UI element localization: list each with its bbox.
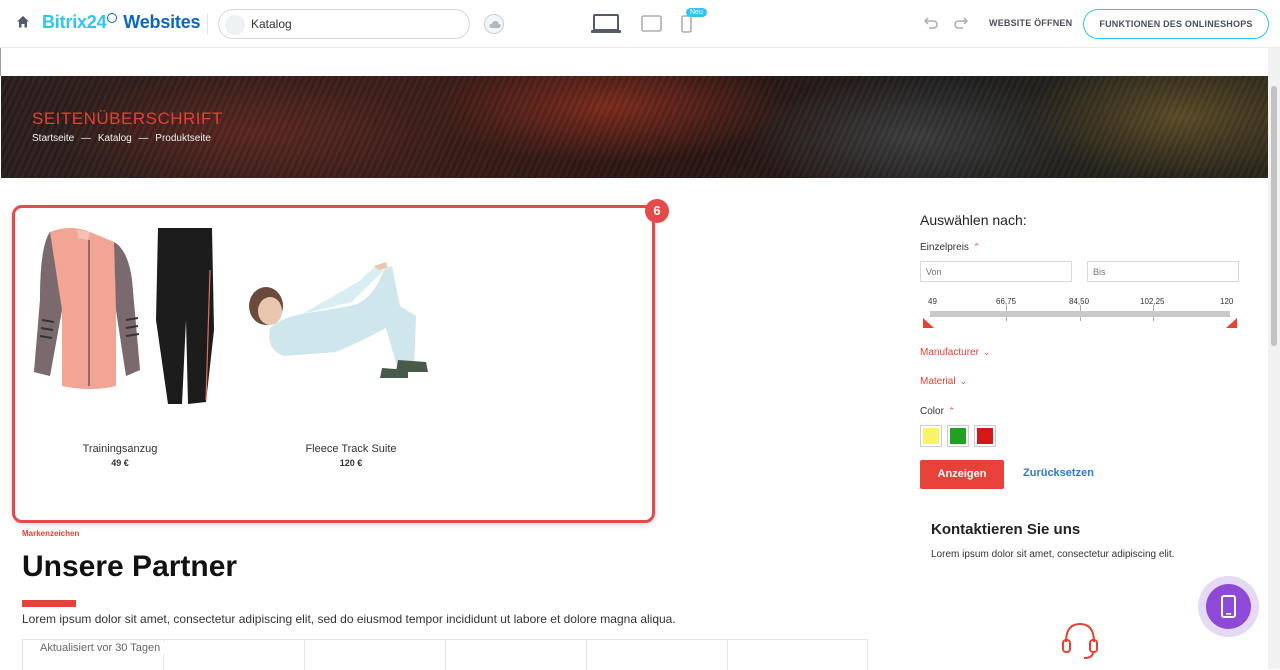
price-slider-min-handle[interactable] <box>923 318 934 328</box>
partners-eyebrow[interactable]: Markenzeichen <box>22 529 79 538</box>
page-selector[interactable]: Katalog <box>218 9 470 39</box>
chevron-up-icon: ⌃ <box>947 406 956 416</box>
color-swatch-red[interactable] <box>974 425 996 447</box>
editor-toolbar: Bitrix24 Websites Katalog Neu WEBSITE ÖF… <box>0 0 1280 48</box>
color-swatch-green[interactable] <box>947 425 969 447</box>
partners-title[interactable]: Unsere Partner <box>22 550 237 584</box>
logo-cell-divider <box>22 640 23 670</box>
divider <box>207 14 208 34</box>
title-underline <box>22 600 76 607</box>
product-name[interactable]: Trainingsanzug <box>22 443 218 455</box>
redo-icon[interactable] <box>954 15 968 29</box>
breadcrumb-separator: — <box>81 133 92 144</box>
block-number-badge: 6 <box>645 199 669 223</box>
product-card[interactable]: Fleece Track Suite 120 € <box>240 210 462 468</box>
page-selector-label: Katalog <box>251 17 292 31</box>
cloud-save-icon[interactable] <box>484 14 504 34</box>
shop-features-button[interactable]: FUNKTIONEN DES ONLINESHOPS <box>1083 9 1269 39</box>
product-card[interactable]: Trainingsanzug 49 € <box>22 210 218 468</box>
last-updated-label: Aktualisiert vor 30 Tagen <box>40 642 165 654</box>
material-filter-label: Material <box>920 376 956 387</box>
scrollbar[interactable] <box>1268 48 1280 669</box>
product-image-fleece-suite[interactable] <box>240 210 462 436</box>
chevron-down-icon: ⌄ <box>982 347 991 357</box>
headset-icon <box>1062 622 1098 659</box>
material-filter-toggle[interactable]: Material ⌄ <box>920 376 967 387</box>
partners-text[interactable]: Lorem ipsum dolor sit amet, consectetur … <box>22 612 676 626</box>
canvas-top-spacer <box>0 48 1268 76</box>
contact-title: Kontaktieren Sie uns <box>931 521 1081 538</box>
manufacturer-filter-label: Manufacturer <box>920 347 979 358</box>
color-swatch-yellow[interactable] <box>920 425 942 447</box>
product-price: 120 € <box>339 458 363 468</box>
home-icon[interactable] <box>16 15 30 29</box>
logo-cell-divider <box>445 640 446 670</box>
new-badge: Neu <box>686 8 707 17</box>
logo-cell-divider <box>586 640 587 670</box>
contact-text: Lorem ipsum dolor sit amet, consectetur … <box>931 549 1175 560</box>
undo-icon[interactable] <box>924 15 938 29</box>
filter-title: Auswählen nach: <box>920 212 1027 228</box>
reset-filter-button[interactable]: Zurücksetzen <box>1023 467 1094 479</box>
price-from-input[interactable] <box>920 261 1072 282</box>
breadcrumb: Startseite — Katalog — Produktseite <box>32 133 215 144</box>
logo-cell-divider <box>867 640 868 670</box>
page-heading[interactable]: SEITENÜBERSCHRIFT <box>32 109 223 129</box>
price-slider-track[interactable] <box>930 311 1230 317</box>
tablet-view-icon[interactable] <box>641 15 662 32</box>
breadcrumb-home[interactable]: Startseite <box>32 133 74 144</box>
mobile-view-icon[interactable] <box>681 15 692 33</box>
desktop-view-icon[interactable] <box>591 14 621 34</box>
price-filter-toggle[interactable]: Einzelpreis ⌃ <box>920 242 980 253</box>
clock-icon <box>107 13 118 23</box>
chevron-down-icon: ⌄ <box>959 376 968 386</box>
price-slider-max-handle[interactable] <box>1226 318 1237 328</box>
price-to-input[interactable] <box>1087 261 1239 282</box>
brand-logo[interactable]: Bitrix24 Websites <box>42 12 201 33</box>
logo-cell-divider <box>304 640 305 670</box>
hero-banner[interactable]: SEITENÜBERSCHRIFT Startseite — Katalog —… <box>1 76 1268 178</box>
page-icon <box>225 15 245 35</box>
slider-tick-label: 120 <box>1220 297 1234 306</box>
open-website-link[interactable]: WEBSITE ÖFFNEN <box>989 18 1072 28</box>
color-filter-toggle[interactable]: Color ⌃ <box>920 406 955 417</box>
brand-product: Websites <box>123 12 201 32</box>
price-filter-label: Einzelpreis <box>920 242 969 253</box>
mobile-preview-button[interactable] <box>1206 584 1251 629</box>
breadcrumb-catalog[interactable]: Katalog <box>98 133 132 144</box>
phone-icon <box>1221 595 1236 618</box>
color-filter-label: Color <box>920 406 944 417</box>
breadcrumb-separator: — <box>138 133 149 144</box>
breadcrumb-current: Produktseite <box>155 133 211 144</box>
product-price: 49 € <box>111 458 129 468</box>
apply-filter-button[interactable]: Anzeigen <box>920 460 1004 489</box>
product-name[interactable]: Fleece Track Suite <box>240 443 462 455</box>
brand-name: Bitrix24 <box>42 12 107 32</box>
chevron-up-icon: ⌃ <box>972 242 981 252</box>
scrollbar-thumb[interactable] <box>1271 86 1277 346</box>
manufacturer-filter-toggle[interactable]: Manufacturer ⌄ <box>920 347 990 358</box>
product-image-tracksuit[interactable] <box>22 210 218 436</box>
logo-cell-divider <box>727 640 728 670</box>
slider-tick-label: 49 <box>928 297 937 306</box>
